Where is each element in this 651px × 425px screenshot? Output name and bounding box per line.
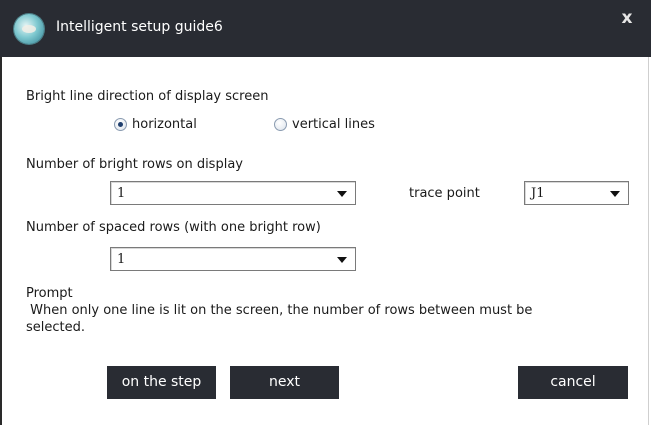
radio-horizontal[interactable]: horizontal bbox=[114, 117, 197, 132]
trace-point-label: trace point bbox=[409, 186, 480, 201]
radio-unchecked-icon bbox=[274, 118, 287, 131]
radio-horizontal-label: horizontal bbox=[132, 117, 197, 132]
cancel-button[interactable]: cancel bbox=[518, 366, 628, 399]
chevron-down-icon bbox=[337, 257, 347, 263]
trace-point-value: J1 bbox=[531, 186, 545, 201]
chevron-down-icon bbox=[337, 191, 347, 197]
direction-label: Bright line direction of display screen bbox=[26, 89, 269, 104]
next-button[interactable]: next bbox=[230, 366, 339, 399]
prompt-text-line-2: selected. bbox=[26, 320, 86, 335]
app-logo-icon bbox=[14, 14, 44, 44]
previous-step-button[interactable]: on the step bbox=[107, 366, 216, 399]
radio-vertical-lines-label: vertical lines bbox=[292, 117, 375, 132]
bright-rows-value: 1 bbox=[117, 186, 126, 201]
window-right-border bbox=[648, 57, 649, 425]
radio-vertical-lines[interactable]: vertical lines bbox=[274, 117, 375, 132]
bright-rows-select[interactable]: 1 bbox=[110, 181, 356, 205]
spaced-rows-value: 1 bbox=[117, 252, 126, 267]
window-title: Intelligent setup guide6 bbox=[56, 19, 223, 35]
trace-point-select[interactable]: J1 bbox=[524, 181, 629, 205]
title-bar: Intelligent setup guide6 x bbox=[0, 0, 651, 57]
spaced-rows-select[interactable]: 1 bbox=[110, 247, 356, 271]
prompt-heading: Prompt bbox=[26, 286, 73, 301]
window-left-border bbox=[0, 57, 2, 425]
prompt-text-line-1: When only one line is lit on the screen,… bbox=[26, 303, 533, 318]
spaced-rows-label: Number of spaced rows (with one bright r… bbox=[26, 220, 321, 235]
bright-rows-label: Number of bright rows on display bbox=[26, 157, 243, 172]
close-button[interactable]: x bbox=[607, 7, 647, 29]
radio-checked-icon bbox=[114, 118, 127, 131]
chevron-down-icon bbox=[610, 191, 620, 197]
